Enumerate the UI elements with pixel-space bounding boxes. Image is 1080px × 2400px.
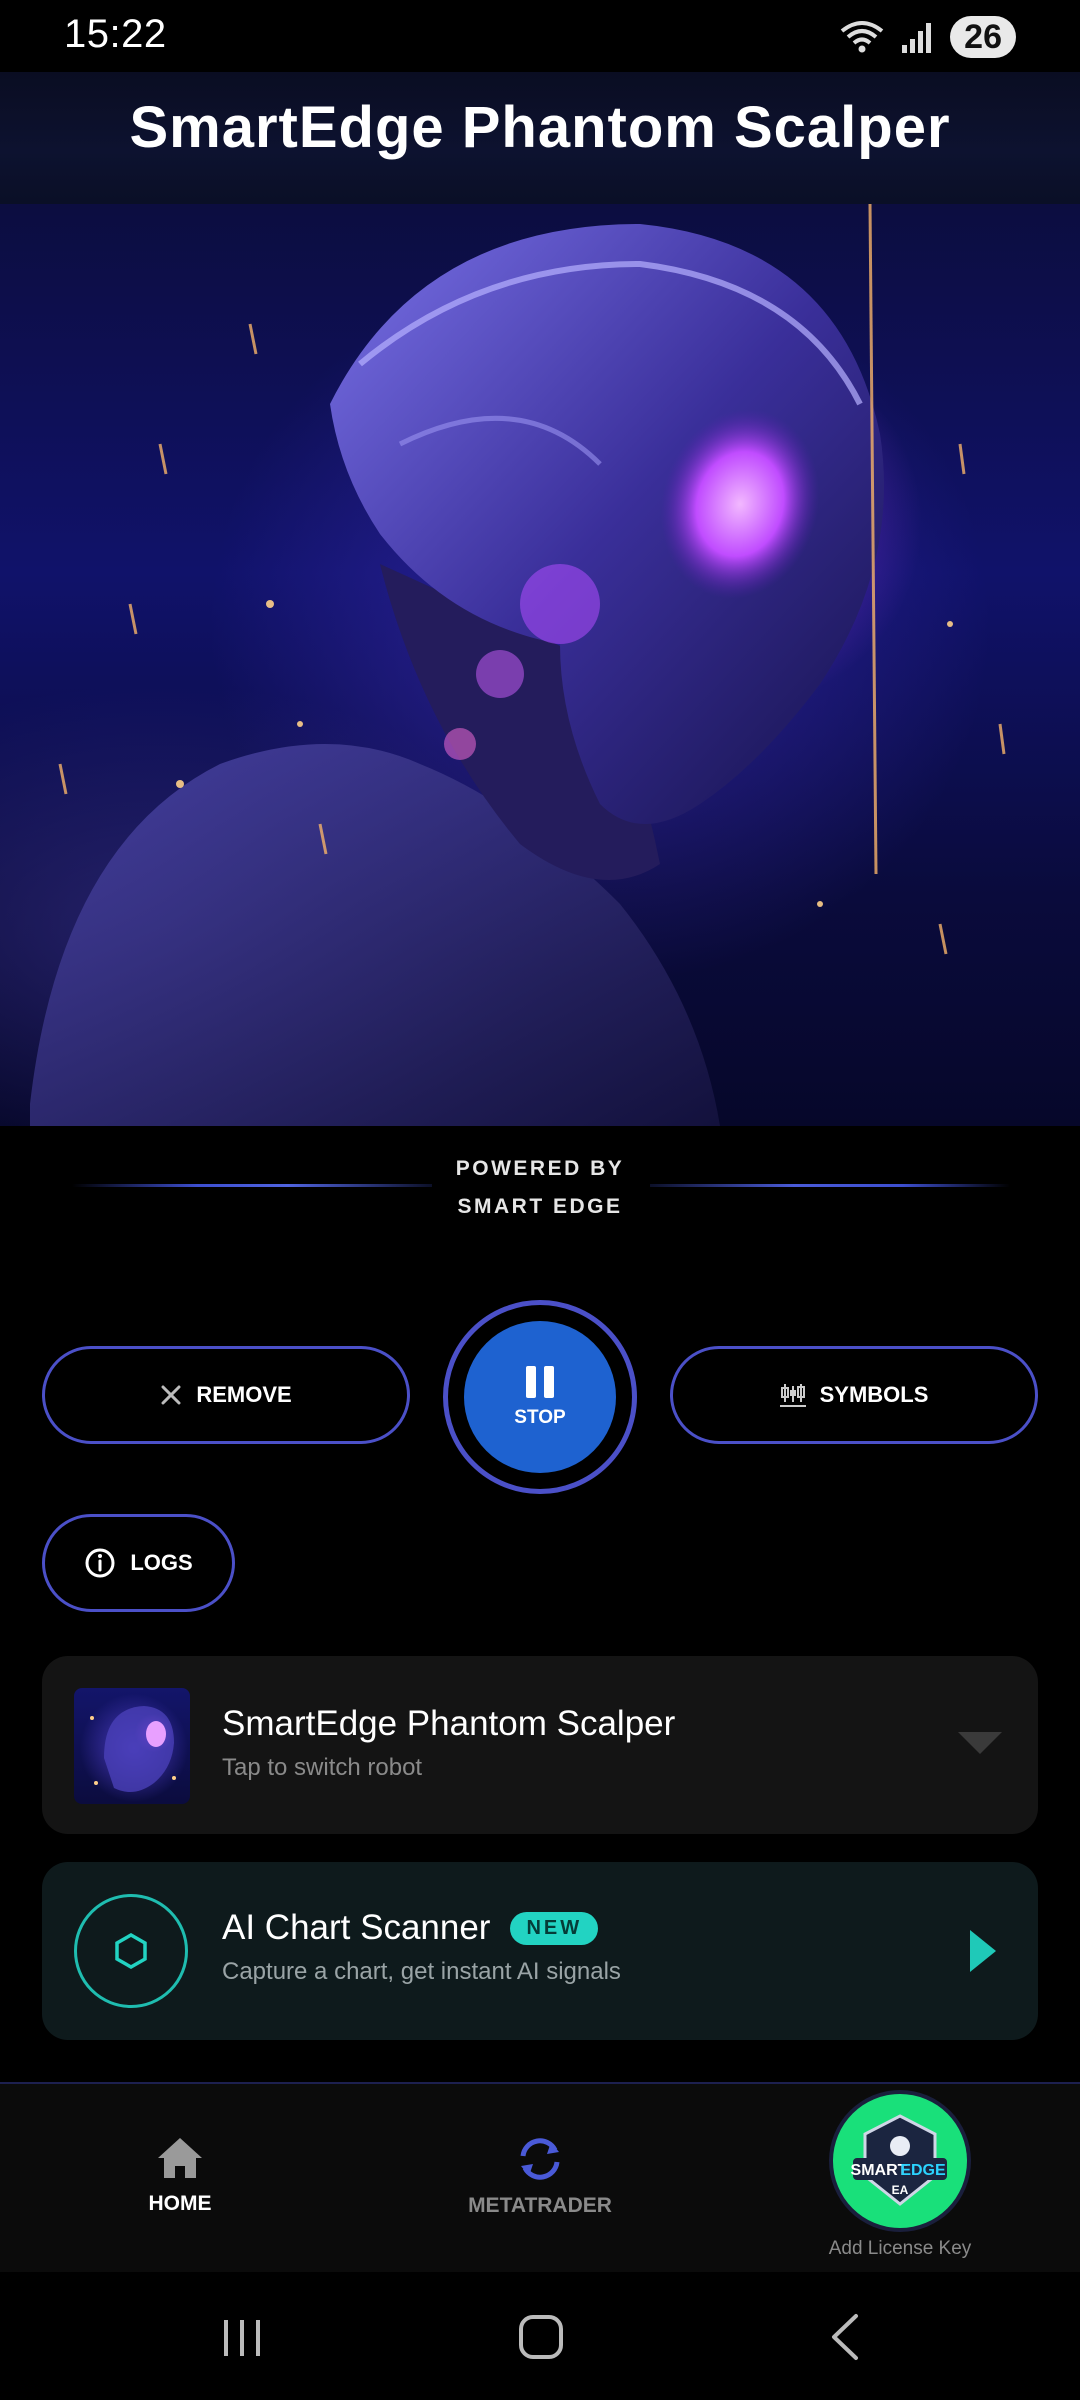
nav-metatrader-label: METATRADER [468,2194,612,2217]
remove-button[interactable]: REMOVE [42,1346,410,1444]
hero-image [0,204,1080,1126]
signal-icon [902,23,932,53]
pause-icon [526,1366,554,1398]
ai-chart-scanner-card[interactable]: AI Chart Scanner NEW Capture a chart, ge… [42,1862,1038,2040]
system-nav-bar [0,2272,1080,2400]
robot-selector-card[interactable]: SmartEdge Phantom Scalper Tap to switch … [42,1656,1038,1834]
home-icon [158,2138,202,2178]
nav-metatrader[interactable]: METATRADER [450,2136,630,2218]
close-icon [161,1385,181,1405]
new-badge: NEW [510,1911,599,1945]
status-time: 15:22 [64,12,167,56]
stop-button[interactable]: STOP [464,1321,616,1473]
robot-illustration [30,204,1006,1126]
header: SmartEdge Phantom Scalper [0,72,1080,204]
symbols-label: SYMBOLS [819,1382,929,1407]
chevron-down-icon[interactable] [956,1730,1004,1756]
nav-home-label: HOME [148,2192,212,2215]
info-icon [85,1548,115,1578]
powered-by-line2: SMART EDGE [457,1195,623,1218]
home-nav-icon[interactable] [518,2314,564,2360]
battery-indicator: 26 [950,16,1016,58]
logs-button[interactable]: LOGS [42,1514,235,1612]
robot-subtitle: Tap to switch robot [222,1754,423,1781]
hexagon-icon [115,1933,147,1969]
powered-by-line1: POWERED BY [455,1157,625,1180]
bottom-navigation: HOME METATRADER SMART EDGE EA Add Licens… [0,2082,1080,2274]
back-icon[interactable] [826,2312,862,2362]
scanner-icon-circle [74,1894,188,2008]
robot-thumbnail [74,1688,190,1804]
smartedge-logo: SMART EDGE EA [833,2094,967,2228]
logo-text-smart: SMART [851,2162,908,2179]
status-icons: 26 [840,16,1016,58]
symbols-button[interactable]: SYMBOLS [670,1346,1038,1444]
page-title: SmartEdge Phantom Scalper [129,95,951,160]
add-license-label: Add License Key [828,2238,972,2259]
stop-label: STOP [514,1407,566,1428]
recent-apps-icon[interactable] [220,2316,264,2360]
scanner-subtitle: Capture a chart, get instant AI signals [222,1958,621,1985]
play-arrow-icon[interactable] [968,1928,998,1974]
scanner-title: AI Chart Scanner [222,1908,491,1947]
status-bar: 15:22 26 [0,0,1080,72]
logs-label: LOGS [130,1550,193,1575]
powered-by: POWERED BY SMART EDGE [0,1150,1080,1226]
remove-label: REMOVE [196,1382,292,1407]
candlestick-icon [779,1384,806,1407]
nav-home[interactable]: HOME [110,2136,250,2216]
logo-text-edge: EDGE [900,2162,946,2179]
wifi-icon [840,21,884,53]
nav-add-license[interactable]: SMART EDGE EA Add License Key [810,2094,990,2260]
sync-icon [520,2138,560,2180]
logo-text-ea: EA [892,2183,909,2197]
robot-name: SmartEdge Phantom Scalper [222,1704,676,1743]
smartedge-logo-icon: SMART EDGE EA [851,2114,947,2206]
